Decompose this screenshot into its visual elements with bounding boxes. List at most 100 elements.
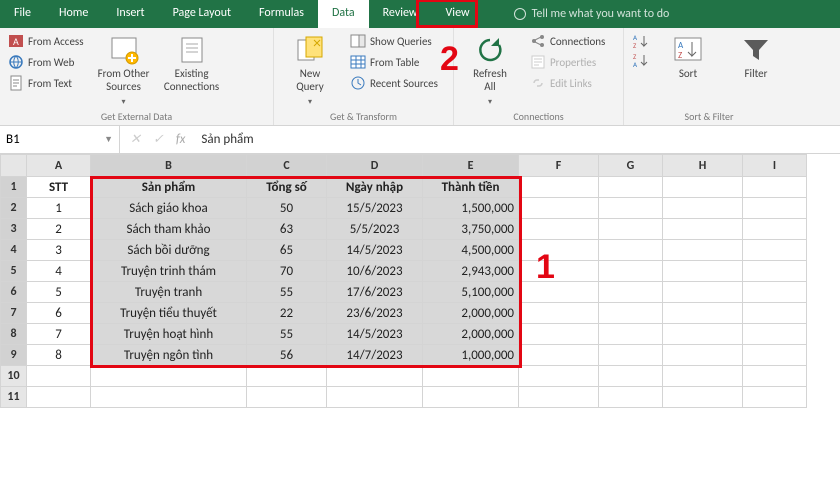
row-header-10[interactable]: 10 <box>1 366 27 387</box>
col-header-B[interactable]: B <box>91 155 247 177</box>
cancel-icon[interactable]: ✕ <box>130 132 141 147</box>
from-web-button[interactable]: From Web <box>8 53 84 71</box>
cell-E6[interactable]: 5,100,000 <box>423 282 519 303</box>
cell-I4[interactable] <box>743 240 807 261</box>
cell-H8[interactable] <box>663 324 743 345</box>
cell-H6[interactable] <box>663 282 743 303</box>
cell-H3[interactable] <box>663 219 743 240</box>
show-queries-button[interactable]: Show Queries <box>350 32 438 50</box>
cell-I3[interactable] <box>743 219 807 240</box>
cell-C1[interactable]: Tổng số <box>247 177 327 198</box>
tab-home[interactable]: Home <box>45 0 102 28</box>
cell-B9[interactable]: Truyện ngôn tình <box>91 345 247 366</box>
cell-A11[interactable] <box>27 387 91 408</box>
cell-F9[interactable] <box>519 345 599 366</box>
col-header-I[interactable]: I <box>743 155 807 177</box>
select-all-corner[interactable] <box>1 155 27 177</box>
cell-B7[interactable]: Truyện tiểu thuyết <box>91 303 247 324</box>
cell-F7[interactable] <box>519 303 599 324</box>
cell-D5[interactable]: 10/6/2023 <box>327 261 423 282</box>
cell-H11[interactable] <box>663 387 743 408</box>
sort-za-button[interactable]: ZA <box>632 51 648 69</box>
cell-D8[interactable]: 14/5/2023 <box>327 324 423 345</box>
cell-E7[interactable]: 2,000,000 <box>423 303 519 324</box>
row-header-5[interactable]: 5 <box>1 261 27 282</box>
cell-D6[interactable]: 17/6/2023 <box>327 282 423 303</box>
name-box[interactable]: B1 ▼ <box>0 126 120 153</box>
cell-G11[interactable] <box>599 387 663 408</box>
cell-H9[interactable] <box>663 345 743 366</box>
row-header-6[interactable]: 6 <box>1 282 27 303</box>
col-header-F[interactable]: F <box>519 155 599 177</box>
col-header-E[interactable]: E <box>423 155 519 177</box>
cell-D1[interactable]: Ngày nhập <box>327 177 423 198</box>
cell-A9[interactable]: 8 <box>27 345 91 366</box>
tab-page-layout[interactable]: Page Layout <box>159 0 245 28</box>
from-other-sources-button[interactable]: From Other Sources <box>96 32 152 108</box>
tab-formulas[interactable]: Formulas <box>245 0 318 28</box>
tab-data[interactable]: Data <box>318 0 369 28</box>
cell-H5[interactable] <box>663 261 743 282</box>
cell-B2[interactable]: Sách giáo khoa <box>91 198 247 219</box>
row-header-11[interactable]: 11 <box>1 387 27 408</box>
cell-I11[interactable] <box>743 387 807 408</box>
row-header-1[interactable]: 1 <box>1 177 27 198</box>
col-header-C[interactable]: C <box>247 155 327 177</box>
cell-D7[interactable]: 23/6/2023 <box>327 303 423 324</box>
cell-A10[interactable] <box>27 366 91 387</box>
sort-az-button[interactable]: AZ <box>632 32 648 50</box>
cell-H7[interactable] <box>663 303 743 324</box>
cell-F2[interactable] <box>519 198 599 219</box>
cells-table[interactable]: ABCDEFGHI1STTSản phẩmTổng sốNgày nhậpThà… <box>0 154 807 408</box>
cell-D11[interactable] <box>327 387 423 408</box>
cell-G7[interactable] <box>599 303 663 324</box>
existing-connections-button[interactable]: Existing Connections <box>164 32 220 93</box>
cell-C7[interactable]: 22 <box>247 303 327 324</box>
cell-C5[interactable]: 70 <box>247 261 327 282</box>
connections-button[interactable]: Connections <box>530 32 605 50</box>
cell-C6[interactable]: 55 <box>247 282 327 303</box>
cell-I5[interactable] <box>743 261 807 282</box>
fx-icon[interactable]: fx <box>176 132 186 147</box>
row-header-3[interactable]: 3 <box>1 219 27 240</box>
tell-me[interactable]: Tell me what you want to do <box>514 0 670 28</box>
tab-review[interactable]: Review <box>369 0 432 28</box>
formula-input[interactable] <box>195 126 840 153</box>
tab-insert[interactable]: Insert <box>102 0 158 28</box>
cell-E9[interactable]: 1,000,000 <box>423 345 519 366</box>
cell-B1[interactable]: Sản phẩm <box>91 177 247 198</box>
cell-C9[interactable]: 56 <box>247 345 327 366</box>
cell-B10[interactable] <box>91 366 247 387</box>
cell-E10[interactable] <box>423 366 519 387</box>
cell-I6[interactable] <box>743 282 807 303</box>
cell-B8[interactable]: Truyện hoạt hình <box>91 324 247 345</box>
cell-C11[interactable] <box>247 387 327 408</box>
cell-E8[interactable]: 2,000,000 <box>423 324 519 345</box>
cell-A3[interactable]: 2 <box>27 219 91 240</box>
col-header-A[interactable]: A <box>27 155 91 177</box>
cell-A4[interactable]: 3 <box>27 240 91 261</box>
cell-D2[interactable]: 15/5/2023 <box>327 198 423 219</box>
cell-G10[interactable] <box>599 366 663 387</box>
cell-C4[interactable]: 65 <box>247 240 327 261</box>
cell-I10[interactable] <box>743 366 807 387</box>
col-header-H[interactable]: H <box>663 155 743 177</box>
row-header-4[interactable]: 4 <box>1 240 27 261</box>
cell-A7[interactable]: 6 <box>27 303 91 324</box>
cell-I9[interactable] <box>743 345 807 366</box>
cell-I7[interactable] <box>743 303 807 324</box>
cell-B5[interactable]: Truyện trinh thám <box>91 261 247 282</box>
cell-D9[interactable]: 14/7/2023 <box>327 345 423 366</box>
cell-B6[interactable]: Truyện tranh <box>91 282 247 303</box>
cell-B11[interactable] <box>91 387 247 408</box>
cell-C3[interactable]: 63 <box>247 219 327 240</box>
cell-C2[interactable]: 50 <box>247 198 327 219</box>
cell-H10[interactable] <box>663 366 743 387</box>
cell-C8[interactable]: 55 <box>247 324 327 345</box>
cell-E1[interactable]: Thành tiền <box>423 177 519 198</box>
cell-G8[interactable] <box>599 324 663 345</box>
cell-H1[interactable] <box>663 177 743 198</box>
tab-file[interactable]: File <box>0 0 45 28</box>
cell-D3[interactable]: 5/5/2023 <box>327 219 423 240</box>
cell-F11[interactable] <box>519 387 599 408</box>
